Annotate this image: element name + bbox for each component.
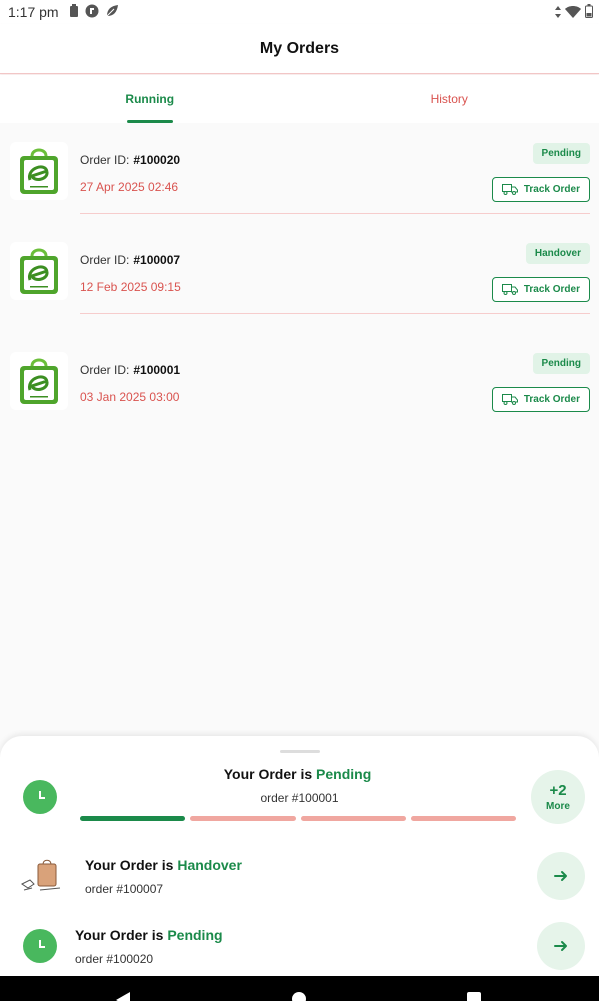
delivery-truck-icon: [501, 394, 518, 405]
divider: [80, 313, 590, 314]
store-logo-icon: [10, 242, 68, 300]
handover-tracker-title: Your Order is Handover: [85, 857, 242, 873]
delivery-truck-icon: [501, 184, 518, 195]
store-logo-icon: [10, 352, 68, 410]
track-order-label: Track Order: [523, 284, 580, 295]
order-id-value: #100020: [133, 153, 181, 167]
orders-list: Order ID: #100020 27 Apr 2025 02:46 Pendi…: [0, 138, 599, 448]
track-order-button[interactable]: Track Order: [491, 177, 590, 202]
order-date: 12 Feb 2025 09:15: [80, 280, 181, 294]
progress-step: [190, 816, 296, 821]
leaf-icon: [105, 4, 119, 21]
app-notification-icon: [85, 4, 99, 21]
back-icon[interactable]: [116, 992, 130, 1001]
clock-icon: [23, 929, 57, 963]
order-id: Order ID: #100020: [80, 153, 180, 167]
order-tabs: Running History: [0, 75, 599, 123]
track-order-button[interactable]: Track Order: [491, 277, 590, 302]
progress-step: [410, 816, 516, 821]
tab-history[interactable]: History: [300, 75, 599, 123]
tab-running[interactable]: Running: [0, 75, 300, 123]
system-nav-bar: [0, 976, 599, 1001]
progress-step: [80, 816, 186, 821]
app-bar: My Orders: [0, 24, 599, 74]
delivery-truck-icon: [501, 284, 518, 295]
more-label: More: [546, 801, 570, 812]
battery-saver-icon: [69, 4, 79, 20]
order-id-label: Order ID:: [80, 253, 130, 267]
progress-step: [300, 816, 406, 821]
order-id-value: #100007: [133, 253, 181, 267]
order-id-value: #100001: [133, 363, 181, 377]
order-card[interactable]: Order ID: #100001 03 Jan 2025 03:00 Pendi…: [0, 348, 599, 448]
home-icon[interactable]: [292, 992, 306, 1001]
order-date: 03 Jan 2025 03:00: [80, 390, 180, 404]
track-order-label: Track Order: [523, 394, 580, 405]
page-title: My Orders: [259, 39, 340, 57]
open-order-arrow-button[interactable]: [537, 852, 585, 900]
order-card[interactable]: Order ID: #100020 27 Apr 2025 02:46 Pendi…: [0, 138, 599, 238]
order-id: Order ID: #100007: [80, 253, 180, 267]
tracker-title-status: Handover: [177, 857, 242, 873]
track-order-label: Track Order: [523, 184, 580, 195]
order-tracker-sheet: Your Order is Pending order #100001 +2 M…: [0, 736, 599, 976]
open-order-arrow-button[interactable]: [537, 922, 585, 970]
sheet-drag-handle[interactable]: [279, 750, 320, 753]
battery-icon: [585, 4, 593, 21]
arrow-right-icon: [554, 871, 567, 881]
data-arrows-icon: [555, 5, 561, 21]
tab-active-indicator: [126, 120, 173, 123]
status-badge: Pending: [532, 353, 590, 374]
tracker-title-prefix: Your Order is: [85, 857, 178, 873]
pending-tracker-title: Your Order is Pending: [75, 927, 223, 943]
tracker-title-prefix: Your Order is: [75, 927, 168, 943]
tracker-title-prefix: Your Order is: [223, 766, 317, 782]
order-id: Order ID: #100001: [80, 363, 180, 377]
tracker-title-status: Pending: [316, 766, 372, 782]
tab-running-label: Running: [125, 92, 175, 106]
order-id-label: Order ID:: [80, 363, 130, 377]
more-count: +2: [549, 782, 567, 799]
arrow-right-icon: [554, 941, 567, 951]
order-id-label: Order ID:: [80, 153, 130, 167]
status-badge: Handover: [525, 243, 590, 264]
status-badge: Pending: [532, 143, 590, 164]
more-orders-button[interactable]: +2 More: [531, 770, 585, 824]
store-logo-icon: [10, 142, 68, 200]
divider: [80, 213, 590, 214]
primary-tracker-title: Your Order is Pending: [0, 766, 599, 782]
status-time: 1:17 pm: [8, 4, 59, 20]
order-progress-bar: [80, 816, 516, 821]
primary-tracker-order: order #100001: [260, 791, 339, 805]
order-card[interactable]: Order ID: #100007 12 Feb 2025 09:15 Hando…: [0, 238, 599, 338]
status-bar: 1:17 pm: [0, 0, 599, 24]
order-date: 27 Apr 2025 02:46: [80, 180, 179, 194]
pending-tracker-order: order #100020: [75, 952, 154, 966]
tab-history-label: History: [430, 92, 468, 106]
recent-apps-icon[interactable]: [467, 992, 481, 1001]
handover-illustration-icon: [20, 854, 70, 900]
status-right-icons: [555, 4, 593, 21]
wifi-icon: [565, 5, 581, 21]
handover-tracker-order: order #100007: [85, 882, 164, 896]
tracker-title-status: Pending: [167, 927, 223, 943]
track-order-button[interactable]: Track Order: [491, 387, 590, 412]
